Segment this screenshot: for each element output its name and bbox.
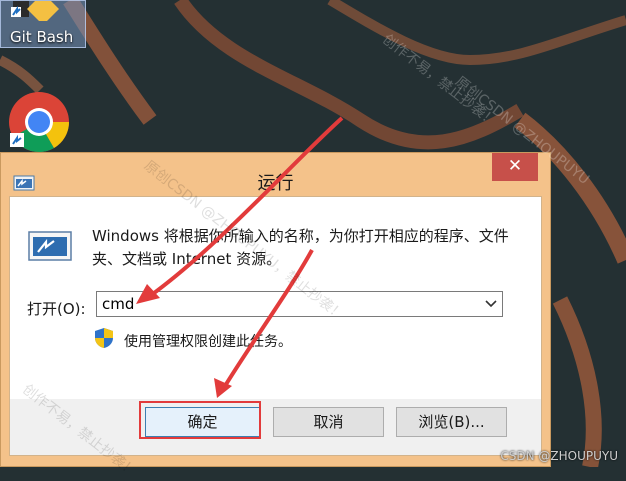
dialog-content: Windows 将根据你所输入的名称，为你打开相应的程序、文件夹、文档或 Int… [9,196,542,456]
browse-button[interactable]: 浏览(B)... [396,407,507,437]
chrome-shortcut[interactable] [7,90,71,154]
git-bash-label: Git Bash [10,28,74,46]
credit-text: CSDN @ZHOUPUYU [500,449,618,463]
ok-button-highlight-box [139,401,261,439]
close-icon: ✕ [507,156,523,176]
dialog-description: Windows 将根据你所输入的名称，为你打开相应的程序、文件夹、文档或 Int… [92,227,509,268]
title-bar[interactable]: 运行 ✕ [1,153,550,195]
git-bash-shortcut[interactable]: Git Bash [0,0,86,48]
git-bash-icon [11,1,59,21]
admin-note: 使用管理权限创建此任务。 [124,334,292,350]
chrome-icon [9,92,70,153]
chevron-down-icon[interactable] [484,296,498,312]
open-label: 打开(O): [27,300,86,318]
close-button[interactable]: ✕ [492,153,538,181]
open-input[interactable] [97,292,482,316]
uac-shield-icon [95,328,113,348]
cancel-button[interactable]: 取消 [273,407,384,437]
dialog-title: 运行 [257,173,294,194]
run-program-icon [28,231,72,261]
